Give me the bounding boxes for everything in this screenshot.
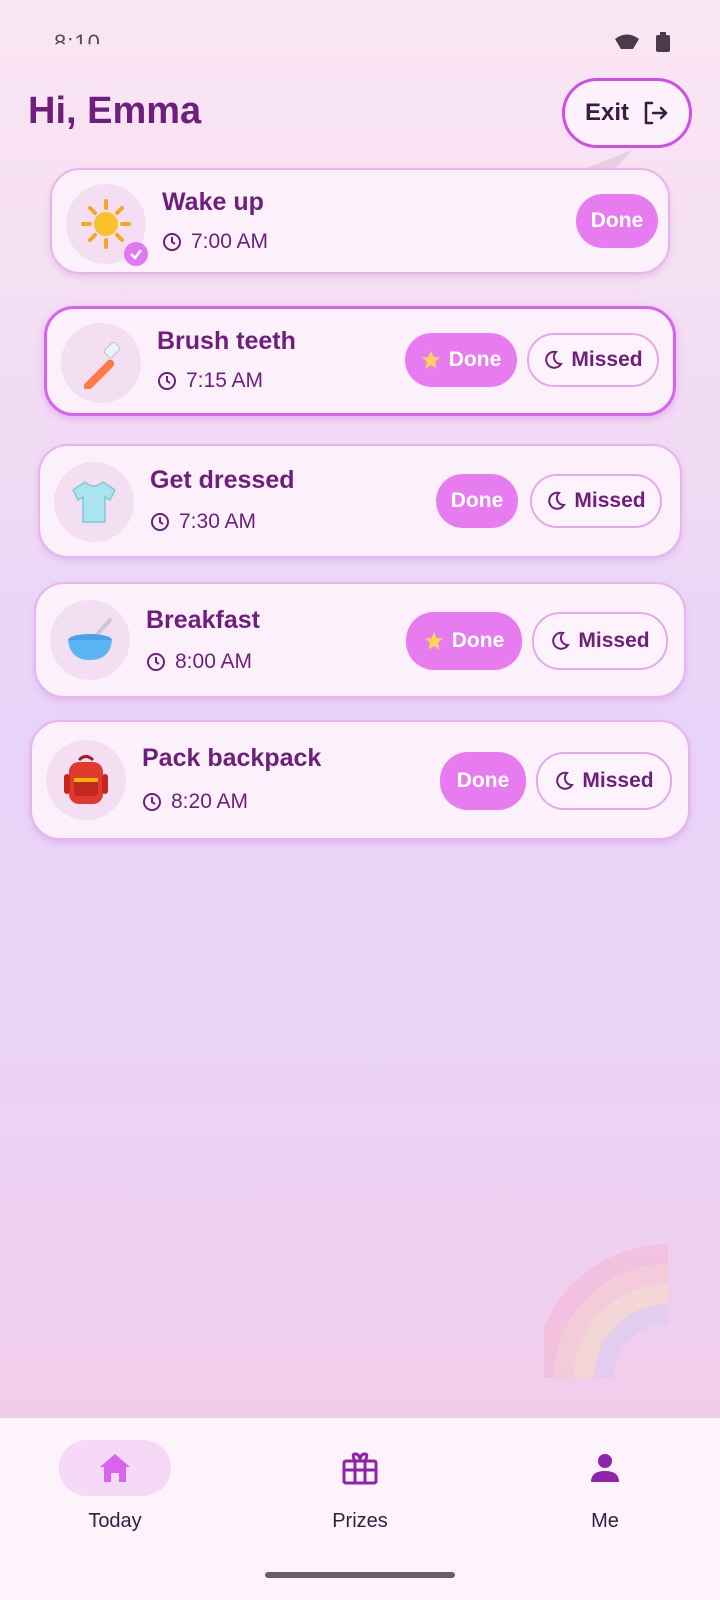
task-avatar (61, 323, 141, 403)
task-time-label: 8:00 AM (175, 650, 253, 673)
task-title: Get dressed (150, 466, 295, 494)
clock-icon (151, 513, 169, 531)
greeting-title: Hi, Emma (28, 90, 202, 132)
toothbrush-icon (83, 341, 121, 389)
status-bar: 8:10 (0, 0, 720, 80)
home-icon (100, 1454, 130, 1482)
missed-button-label: Missed (578, 629, 650, 652)
missed-button[interactable]: Missed (536, 752, 672, 810)
done-button[interactable]: Done (405, 333, 517, 387)
person-icon (591, 1454, 619, 1482)
task-time-label: 7:15 AM (186, 369, 264, 392)
missed-button-label: Missed (574, 489, 646, 512)
task-time: 7:00 AM (162, 230, 268, 254)
rainbow-decoration (544, 1244, 668, 1378)
task-avatar (46, 740, 126, 820)
done-button-label: Done (451, 629, 505, 652)
backpack-icon (64, 755, 108, 804)
task-title: Brush teeth (157, 327, 296, 355)
gift-icon (342, 1452, 378, 1485)
missed-button[interactable]: Missed (532, 612, 668, 670)
wifi-icon (615, 34, 639, 49)
nav-item-prizes[interactable]: Prizes (300, 1440, 420, 1533)
moon-icon (548, 491, 567, 510)
nav-label: Me (591, 1510, 619, 1532)
nav-pill (549, 1440, 661, 1496)
done-button[interactable]: Done (440, 752, 526, 810)
done-button-label: Done (450, 489, 504, 512)
status-time: 8:10 (54, 30, 101, 55)
done-button[interactable]: Done (576, 194, 658, 248)
exit-button-label: Exit (584, 99, 629, 126)
clock-icon (147, 653, 165, 671)
task-card-brush-teeth: Brush teeth 7:15 AM Done Missed (44, 306, 676, 416)
task-time: 8:20 AM (142, 790, 248, 814)
nav-item-me[interactable]: Me (545, 1440, 665, 1533)
task-time: 7:15 AM (157, 369, 263, 393)
logout-icon (644, 101, 668, 125)
done-button-label: Done (456, 769, 510, 792)
done-button[interactable]: Done (436, 474, 518, 528)
missed-button[interactable]: Missed (530, 474, 662, 528)
moon-icon (556, 771, 575, 790)
task-card-wake-up: Wake up 7:00 AM Done (50, 168, 670, 274)
task-title: Breakfast (146, 606, 260, 634)
task-title: Pack backpack (142, 744, 322, 772)
done-button-label: Done (590, 209, 644, 232)
nav-label: Today (88, 1510, 142, 1532)
nav-pill (304, 1440, 416, 1496)
nav-item-today[interactable]: Today (55, 1440, 175, 1533)
task-time-label: 8:20 AM (171, 790, 249, 813)
status-icons (614, 32, 670, 52)
completed-check-icon (124, 242, 148, 266)
task-time-label: 7:30 AM (179, 510, 257, 533)
exit-button[interactable]: Exit (562, 78, 692, 148)
star-icon (421, 351, 440, 369)
missed-button-label: Missed (571, 348, 643, 371)
star-icon (424, 632, 443, 650)
moon-icon (552, 631, 571, 650)
clock-icon (163, 233, 181, 251)
clock-icon (158, 372, 176, 390)
missed-button-label: Missed (582, 769, 654, 792)
task-time: 8:00 AM (146, 650, 252, 674)
task-avatar (54, 462, 134, 542)
task-time-label: 7:00 AM (191, 230, 269, 253)
task-title: Wake up (162, 188, 264, 216)
clock-icon (143, 793, 161, 811)
bowl-icon (68, 618, 112, 660)
task-card-breakfast: Breakfast 8:00 AM Done Missed (34, 582, 686, 698)
task-avatar (66, 184, 148, 266)
task-card-pack-backpack: Pack backpack 8:20 AM Done Missed (30, 720, 690, 840)
battery-icon (656, 32, 670, 52)
task-time: 7:30 AM (150, 510, 256, 534)
task-avatar (50, 600, 130, 680)
moon-icon (545, 350, 564, 369)
task-card-get-dressed: Get dressed 7:30 AM Done Missed (38, 444, 682, 558)
home-indicator[interactable] (265, 1572, 455, 1578)
nav-label: Prizes (332, 1510, 388, 1532)
tshirt-icon (72, 481, 116, 523)
nav-pill (59, 1440, 171, 1496)
sun-icon (81, 199, 131, 249)
missed-button[interactable]: Missed (527, 333, 659, 387)
done-button-label: Done (448, 348, 502, 371)
done-button[interactable]: Done (406, 612, 522, 670)
